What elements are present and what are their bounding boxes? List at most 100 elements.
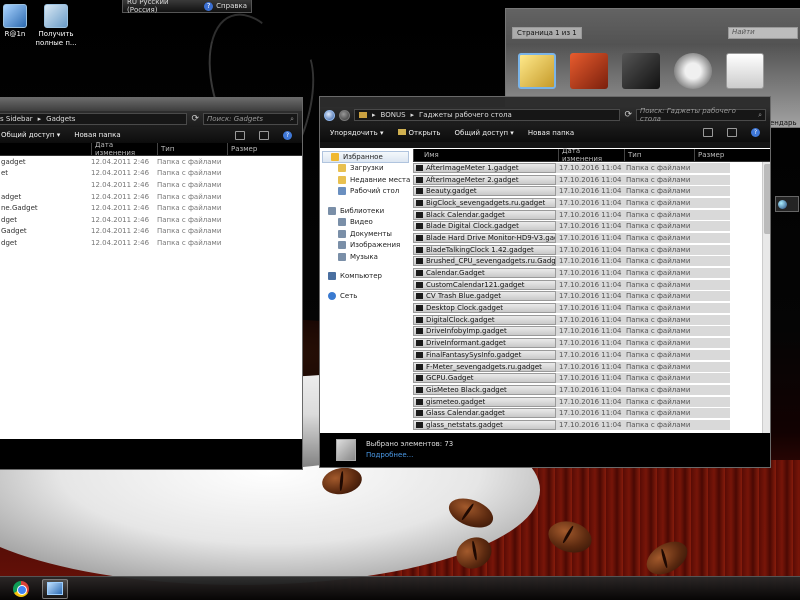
file-row[interactable]: Desktop Clock.gadget 17.10.2016 11:04 Папк… xyxy=(411,302,730,314)
scrollbar-thumb[interactable] xyxy=(764,164,770,234)
organize-button[interactable]: Упорядочить ▾ xyxy=(330,129,384,137)
breadcrumb-item[interactable]: s Sidebar xyxy=(0,115,33,123)
back-button[interactable] xyxy=(324,109,335,121)
gadget-thumbnail[interactable] xyxy=(622,53,660,89)
file-row[interactable]: Blade Digital Clock.gadget 17.10.2016 11:… xyxy=(411,220,730,232)
refresh-icon[interactable]: ⟳ xyxy=(624,110,632,120)
nav-computer[interactable]: Компьютер xyxy=(320,271,411,283)
share-button[interactable]: Общий доступ ▾ xyxy=(455,129,514,137)
file-row[interactable]: dget 12.04.2011 2:46 Папка с файлами xyxy=(0,214,302,226)
preview-pane-icon[interactable] xyxy=(259,130,269,140)
explorer-window-desktop-gadgets[interactable]: ▸ BONUS ▸ Гаджеты рабочего стола ⟳ Поиск… xyxy=(319,96,771,468)
title-bar[interactable] xyxy=(0,98,302,111)
language-bar[interactable]: RU Русский (Россия) ? Справка xyxy=(122,0,252,14)
file-name: dget xyxy=(1,215,17,224)
column-type[interactable]: Тип xyxy=(157,143,227,155)
nav-favorites[interactable]: Избранное xyxy=(322,151,409,163)
file-row[interactable]: DriveInfobyImp.gadget 17.10.2016 11:04 Пап… xyxy=(411,326,730,338)
help-icon[interactable]: ? xyxy=(283,130,292,140)
new-folder-button[interactable]: Новая папка xyxy=(74,131,120,139)
preview-pane-icon[interactable] xyxy=(727,128,737,137)
language-indicator[interactable]: RU Русский (Россия) xyxy=(127,0,201,14)
file-row[interactable]: Beauty.gadget 17.10.2016 11:04 Папка с фай… xyxy=(411,185,730,197)
file-row[interactable]: Blade Hard Drive Monitor-HD9-V3.gadget 17… xyxy=(411,232,730,244)
sidebar-gadget[interactable] xyxy=(775,196,799,212)
title-bar[interactable] xyxy=(320,97,770,107)
file-row[interactable]: Calendar.Gadget 17.10.2016 11:04 Папка с ф… xyxy=(411,267,730,279)
file-row[interactable]: FinalFantasySysInfo.gadget 17.10.2016 11:… xyxy=(411,349,730,361)
file-row[interactable]: DigitalClock.gadget 17.10.2016 11:04 Папка… xyxy=(411,314,730,326)
open-button[interactable]: Открыть xyxy=(397,128,441,137)
taskbar-explorer-button[interactable] xyxy=(42,578,68,599)
column-date[interactable]: Дата изменения xyxy=(91,141,157,157)
breadcrumb[interactable]: ▸ BONUS ▸ Гаджеты рабочего стола xyxy=(354,109,621,121)
taskbar-chrome-button[interactable] xyxy=(8,579,34,599)
file-row[interactable]: et 12.04.2011 2:46 Папка с файлами xyxy=(0,168,302,180)
refresh-icon[interactable]: ⟳ xyxy=(191,114,199,124)
column-type[interactable]: Тип xyxy=(624,149,694,161)
pager[interactable]: Страница 1 из 1 xyxy=(512,27,582,39)
file-row[interactable]: BigClock_sevengadgets.ru.gadget 17.10.201… xyxy=(411,197,730,209)
forward-button[interactable] xyxy=(339,109,350,121)
nav-images[interactable]: Изображения xyxy=(320,240,411,252)
file-row[interactable]: GisMeteo Black.gadget 17.10.2016 11:04 Пап… xyxy=(411,384,730,396)
nav-desktop[interactable]: Рабочий стол xyxy=(320,186,411,198)
file-row[interactable]: 12.04.2011 2:46 Папка с файлами xyxy=(0,179,302,191)
file-row[interactable]: AfterImageMeter 1.gadget 17.10.2016 11:04… xyxy=(411,162,730,174)
file-date: 17.10.2016 11:04 xyxy=(556,361,622,372)
file-row[interactable]: adget 12.04.2011 2:46 Папка с файлами xyxy=(0,191,302,203)
gallery-search-input[interactable]: Найти xyxy=(728,27,798,39)
search-input[interactable]: Поиск: Gadgets ⌕ xyxy=(203,113,298,125)
gadget-thumbnail[interactable] xyxy=(570,53,608,89)
file-row[interactable]: CustomCalendar121.gadget 17.10.2016 11:04… xyxy=(411,279,730,291)
file-row[interactable]: gismeteo.gadget 17.10.2016 11:04 Папка с ф… xyxy=(411,396,730,408)
file-row[interactable]: glass_netstats.gadget 17.10.2016 11:04 Пап… xyxy=(411,419,730,431)
share-button[interactable]: Общий доступ ▾ xyxy=(1,131,60,139)
view-icon[interactable] xyxy=(703,128,713,137)
more-details-link[interactable]: Подробнее... xyxy=(366,450,453,461)
view-icon[interactable] xyxy=(235,130,245,140)
new-folder-button[interactable]: Новая папка xyxy=(528,129,574,137)
file-row[interactable]: dget 12.04.2011 2:46 Папка с файлами xyxy=(0,237,302,249)
file-row[interactable]: GCPU.Gadget 17.10.2016 11:04 Папка с файла… xyxy=(411,372,730,384)
file-row[interactable]: AfterImageMeter 2.gadget 17.10.2016 11:04… xyxy=(411,174,730,186)
file-row[interactable]: Glass Calendar.gadget 17.10.2016 11:04 Пап… xyxy=(411,407,730,419)
gadget-thumbnail[interactable] xyxy=(726,53,764,89)
nav-documents[interactable]: Документы xyxy=(320,228,411,240)
nav-network[interactable]: Сеть xyxy=(320,290,411,302)
breadcrumb-item[interactable]: Gadgets xyxy=(46,115,75,123)
nav-downloads[interactable]: Загрузки xyxy=(320,163,411,175)
file-row[interactable]: gadget 12.04.2011 2:46 Папка с файлами xyxy=(0,156,302,168)
gadget-thumbnail[interactable] xyxy=(674,53,712,89)
help-icon[interactable]: ? xyxy=(751,128,760,137)
column-date[interactable]: Дата изменения xyxy=(558,147,624,163)
nav-music[interactable]: Музыка xyxy=(320,251,411,263)
vertical-scrollbar[interactable] xyxy=(762,162,770,433)
file-type: Папка с файлами xyxy=(157,215,222,224)
file-row[interactable]: Black Calendar.gadget 17.10.2016 11:04 Пап… xyxy=(411,209,730,221)
file-date: 17.10.2016 11:04 xyxy=(556,349,622,360)
file-row[interactable]: Brushed_CPU_sevengadgets.ru.Gadget 17.10.… xyxy=(411,256,730,268)
nav-video[interactable]: Видео xyxy=(320,217,411,229)
file-row[interactable]: DriveInformant.gadget 17.10.2016 11:04 Пап… xyxy=(411,337,730,349)
breadcrumb-item[interactable]: BONUS xyxy=(381,111,406,119)
file-row[interactable]: CV Trash Blue.gadget 17.10.2016 11:04 Папк… xyxy=(411,291,730,303)
file-row[interactable]: BladeTalkingClock 1.42.gadget 17.10.2016 … xyxy=(411,244,730,256)
nav-libraries[interactable]: Библиотеки xyxy=(320,205,411,217)
column-size[interactable]: Размер xyxy=(694,149,754,161)
column-size[interactable]: Размер xyxy=(227,143,287,155)
breadcrumb[interactable]: s Sidebar ▸ Gadgets xyxy=(0,113,188,125)
desktop-icon-document[interactable]: Получить полные п... xyxy=(33,4,79,48)
help-label[interactable]: Справка xyxy=(216,2,247,10)
gadget-thumbnail[interactable] xyxy=(518,53,556,89)
file-row[interactable]: F-Meter_sevengadgets.ru.gadget 17.10.2016… xyxy=(411,361,730,373)
help-icon[interactable]: ? xyxy=(204,1,214,11)
breadcrumb-item[interactable]: Гаджеты рабочего стола xyxy=(419,111,512,119)
search-input[interactable]: Поиск: Гаджеты рабочего стола ⌕ xyxy=(636,107,766,123)
file-row[interactable]: Gadget 12.04.2011 2:46 Папка с файлами xyxy=(0,226,302,238)
file-row[interactable]: ne.Gadget 12.04.2011 2:46 Папка с файлами xyxy=(0,202,302,214)
file-type: Папка с файлами xyxy=(622,314,730,325)
nav-recent[interactable]: Недавние места xyxy=(320,174,411,186)
explorer-window-gadgets[interactable]: s Sidebar ▸ Gadgets ⟳ Поиск: Gadgets ⌕ О… xyxy=(0,97,303,470)
column-name[interactable]: Имя xyxy=(413,149,558,161)
